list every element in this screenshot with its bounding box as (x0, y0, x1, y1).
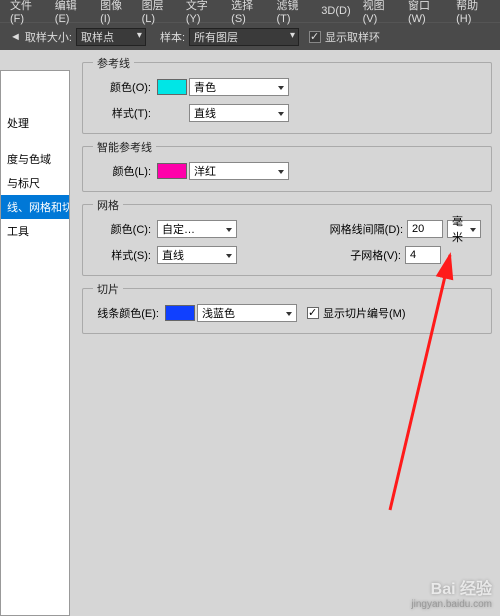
watermark: Bai 经验 jingyan.baidu.com (411, 581, 492, 610)
slice-color-select[interactable]: 浅蓝色 (197, 304, 297, 322)
group-slice: 切片 线条颜色(E): 浅蓝色 显示切片编号(M) (82, 288, 492, 334)
sidebar-item-5[interactable]: 工具 (1, 219, 69, 243)
group-grid-title: 网格 (93, 197, 123, 213)
menu-filter[interactable]: 滤镜(T) (271, 0, 316, 25)
guides-style-select[interactable]: 直线 (189, 104, 289, 122)
grid-color-label: 颜色(C): (93, 221, 151, 237)
grid-style-select[interactable]: 直线 (157, 246, 237, 264)
guides-color-label: 颜色(O): (93, 79, 151, 95)
watermark-url: jingyan.baidu.com (411, 599, 492, 610)
preferences-content: 参考线 颜色(O): 青色 样式(T): 直线 智能参考线 颜色(L): 洋红 … (70, 50, 500, 616)
sidebar-item-3[interactable]: 与标尺 (1, 171, 69, 195)
sidebar-item-2[interactable]: 度与色域 (1, 147, 69, 171)
group-grid: 网格 颜色(C): 自定… 网格线间隔(D): 毫米 样式(S): 直线 子网格… (82, 204, 492, 276)
sample-label: 样本: (160, 29, 185, 45)
grid-color-select[interactable]: 自定… (157, 220, 237, 238)
sidebar-item-0[interactable]: 处理 (1, 111, 69, 135)
slice-color-swatch[interactable] (165, 305, 195, 321)
smart-color-swatch[interactable] (157, 163, 187, 179)
group-smart-guides-title: 智能参考线 (93, 139, 156, 155)
guides-style-label: 样式(T): (93, 105, 151, 121)
back-icon[interactable]: ◄ (10, 31, 21, 43)
menu-image[interactable]: 图像(I) (94, 0, 135, 25)
grid-subdiv-label: 子网格(V): (350, 247, 401, 263)
smart-color-label: 颜色(L): (93, 163, 151, 179)
sample-size-select[interactable]: 取样点 (76, 28, 146, 46)
grid-subdiv-input[interactable] (405, 246, 441, 264)
sample-layers-select[interactable]: 所有图层 (189, 28, 299, 46)
slice-shownum-checkbox[interactable] (307, 307, 319, 319)
slice-shownum-label: 显示切片编号(M) (323, 305, 406, 321)
menu-select[interactable]: 选择(S) (225, 0, 270, 25)
slice-color-label: 线条颜色(E): (93, 305, 159, 321)
menu-help[interactable]: 帮助(H) (450, 0, 496, 25)
guides-color-select[interactable]: 青色 (189, 78, 289, 96)
menu-layer[interactable]: 图层(L) (136, 0, 180, 25)
watermark-brand: Bai 经验 (411, 581, 492, 599)
grid-unit-select[interactable]: 毫米 (447, 220, 481, 238)
preferences-sidebar: 处理 度与色域 与标尺 线、网格和切片 工具 (0, 70, 70, 616)
menu-window[interactable]: 窗口(W) (402, 0, 450, 25)
show-ring-checkbox[interactable] (309, 31, 321, 43)
group-smart-guides: 智能参考线 颜色(L): 洋红 (82, 146, 492, 192)
options-bar: ◄ 取样大小: 取样点 样本: 所有图层 显示取样环 (0, 22, 500, 50)
smart-color-select[interactable]: 洋红 (189, 162, 289, 180)
menu-view[interactable]: 视图(V) (357, 0, 402, 25)
menu-3d[interactable]: 3D(D) (315, 5, 356, 17)
grid-style-label: 样式(S): (93, 247, 151, 263)
menu-bar: 文件(F) 编辑(E) 图像(I) 图层(L) 文字(Y) 选择(S) 滤镜(T… (0, 0, 500, 22)
menu-file[interactable]: 文件(F) (4, 0, 49, 25)
guides-color-swatch[interactable] (157, 79, 187, 95)
group-guides-title: 参考线 (93, 55, 134, 71)
sample-size-label: 取样大小: (25, 29, 72, 45)
menu-edit[interactable]: 编辑(E) (49, 0, 94, 25)
show-ring-label: 显示取样环 (325, 29, 380, 45)
grid-spacing-input[interactable] (407, 220, 443, 238)
sidebar-item-4[interactable]: 线、网格和切片 (1, 195, 69, 219)
menu-text[interactable]: 文字(Y) (180, 0, 225, 25)
group-guides: 参考线 颜色(O): 青色 样式(T): 直线 (82, 62, 492, 134)
grid-spacing-label: 网格线间隔(D): (330, 221, 403, 237)
group-slice-title: 切片 (93, 281, 123, 297)
